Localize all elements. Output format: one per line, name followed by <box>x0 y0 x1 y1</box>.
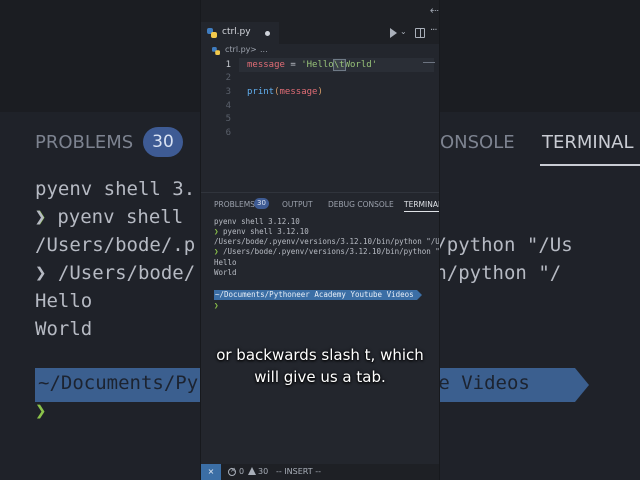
line-number: 6 <box>225 128 231 138</box>
background-tab-underline <box>540 164 640 166</box>
code-variable: message <box>247 60 285 70</box>
tab-debug-console[interactable]: DEBUG CONSOLE <box>328 200 394 209</box>
caption-line: or backwards slash t, which <box>216 346 424 364</box>
breadcrumb-more[interactable]: ... <box>260 45 268 54</box>
background-term-line: World <box>35 318 93 340</box>
error-icon[interactable] <box>228 466 236 476</box>
chevron-down-icon[interactable]: ⌄ <box>400 27 407 36</box>
background-term-text: ❯ pyenv shell <box>34 206 184 228</box>
vscode-window: ⇠ ctrl.py ⌄ ··· ctrl.py > ... 1 2 3 4 5 … <box>200 0 440 480</box>
terminal-output-line: World <box>214 268 237 277</box>
code-operator: = <box>284 60 302 70</box>
code-string: World' <box>344 60 378 70</box>
title-strip: ⇠ <box>201 0 439 22</box>
split-editor-icon[interactable] <box>415 28 425 38</box>
warning-icon[interactable] <box>248 467 256 475</box>
tab-terminal[interactable]: TERMINAL <box>404 200 439 209</box>
tab-ctrl-py[interactable]: ctrl.py <box>201 22 279 44</box>
code-line-1[interactable]: message = 'Hello\tWorld' <box>247 59 378 71</box>
warning-count[interactable]: 30 <box>258 467 268 476</box>
terminal-line: pyenv shell 3.12.10 <box>214 217 300 226</box>
background-tab-terminal: TERMINAL <box>542 132 634 153</box>
line-number: 2 <box>225 73 231 83</box>
arrow-left-icon[interactable]: ⇠ <box>430 4 439 17</box>
code-escape-sequence: \t <box>332 59 346 71</box>
terminal-input-prompt[interactable]: ❯ <box>214 301 219 310</box>
editor-tab-bar: ctrl.py ⌄ ··· <box>201 22 439 44</box>
terminal-text: /Users/bode/.pyenv/versions/3.12.10/bin/… <box>218 247 440 256</box>
line-number: 4 <box>225 101 231 111</box>
code-string: 'Hello <box>301 60 334 70</box>
code-line-3[interactable]: print(message) <box>247 87 323 97</box>
background-tab-console: ONSOLE <box>440 132 515 153</box>
video-frame: PROBLEMS 30 ONSOLE TERMINAL pyenv shell … <box>0 0 640 480</box>
terminal-line: /Users/bode/.pyenv/versions/3.12.10/bin/… <box>214 237 440 246</box>
tab-output[interactable]: OUTPUT <box>282 200 313 209</box>
python-file-icon <box>212 47 220 55</box>
background-term-line: pyenv shell 3. <box>35 178 196 200</box>
prompt-path-text: ~/Documents/Pythoneer Academy Youtube Vi… <box>215 290 414 299</box>
minimap[interactable] <box>423 62 435 63</box>
line-number: 1 <box>225 60 231 70</box>
python-file-icon <box>207 28 217 38</box>
status-bar: ⨯ 0 30 -- INSERT -- <box>201 464 439 480</box>
code-argument: message <box>279 87 318 97</box>
vim-mode-indicator: -- INSERT -- <box>276 467 321 476</box>
remote-indicator-icon[interactable]: ⨯ <box>201 464 221 480</box>
background-problems-badge: 30 <box>143 127 183 157</box>
breadcrumb-file[interactable]: ctrl.py <box>225 45 250 54</box>
line-number: 5 <box>225 114 231 124</box>
active-tab-underline <box>404 211 439 212</box>
background-path-arrow <box>575 368 589 402</box>
terminal-line: ❯ /Users/bode/.pyenv/versions/3.12.10/bi… <box>214 247 440 256</box>
bottom-panel: PROBLEMS 30 OUTPUT DEBUG CONSOLE TERMINA… <box>201 192 440 464</box>
video-caption: or backwards slash t, which will give us… <box>150 344 490 388</box>
background-term-line: Hello <box>35 290 93 312</box>
line-number: 3 <box>225 87 231 97</box>
more-actions-icon[interactable]: ··· <box>430 25 437 36</box>
code-function: print <box>247 87 275 97</box>
breadcrumb: ctrl.py > ... <box>201 44 439 58</box>
terminal-output-line: Hello <box>214 258 237 267</box>
caption-line: will give us a tab. <box>254 368 386 386</box>
breadcrumb-separator: > <box>250 45 257 54</box>
background-tab-problems: PROBLEMS <box>35 132 134 153</box>
tab-problems[interactable]: PROBLEMS <box>214 200 255 209</box>
background-prompt: ❯ <box>35 400 47 422</box>
terminal-line: ❯ pyenv shell 3.12.10 <box>214 227 309 236</box>
code-paren: ) <box>317 87 323 97</box>
code-editor[interactable]: 1 2 3 4 5 6 message = 'Hello\tWorld' pri… <box>201 58 439 192</box>
background-term-line: ❯❯ pyenv shell <box>34 206 195 228</box>
tab-label: ctrl.py <box>222 27 251 37</box>
unsaved-dot-icon[interactable] <box>265 31 270 36</box>
terminal-text: pyenv shell 3.12.10 <box>218 227 309 236</box>
error-count[interactable]: 0 <box>239 467 244 476</box>
problems-count-badge: 30 <box>254 198 269 209</box>
run-play-icon[interactable] <box>390 28 397 38</box>
prompt-path-arrow <box>417 290 422 300</box>
